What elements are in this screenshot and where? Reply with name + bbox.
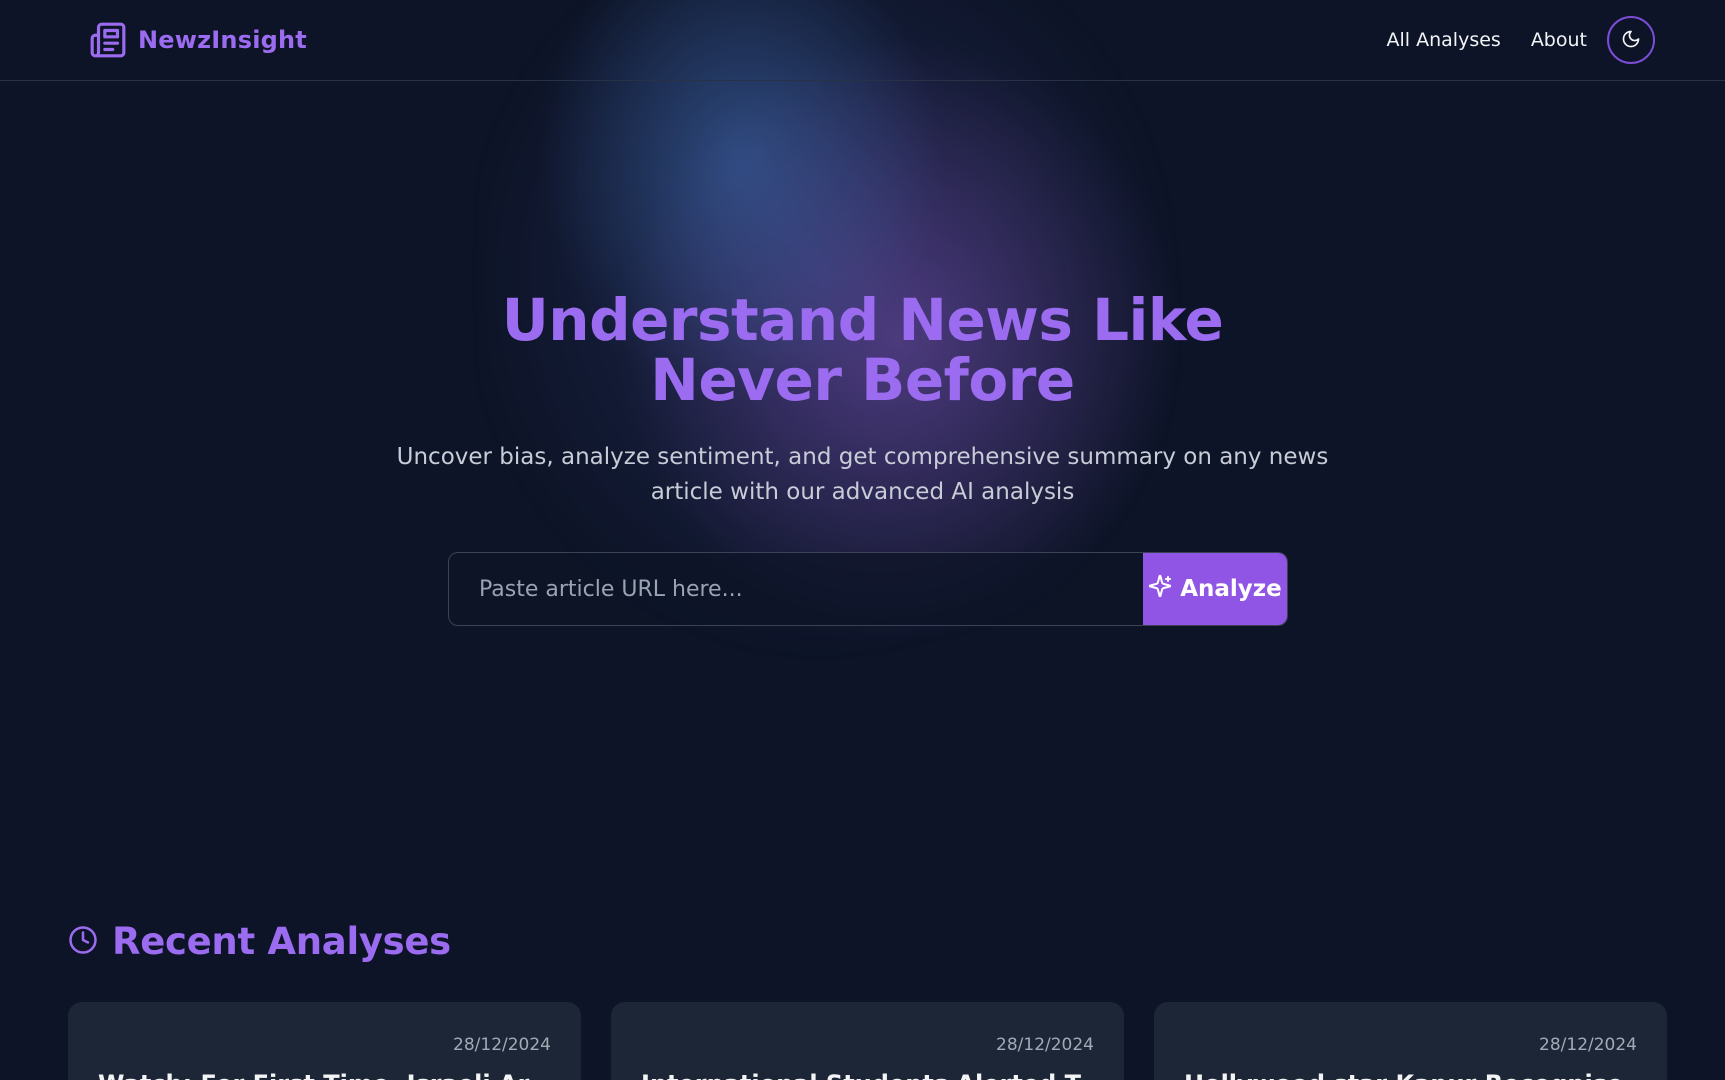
page: NewzInsight All Analyses About Understan… xyxy=(0,0,1725,1080)
sparkles-icon xyxy=(1148,574,1172,604)
recent-analyses-heading: Recent Analyses xyxy=(68,920,451,963)
clock-icon xyxy=(68,925,98,959)
article-url-input[interactable] xyxy=(449,553,1143,625)
analysis-card[interactable]: 28/12/2024 Watch: For First Time, Israel… xyxy=(68,1002,581,1080)
newspaper-icon xyxy=(88,20,128,60)
main-nav: All Analyses About xyxy=(1387,16,1655,64)
analysis-title: International Students Alerted To Ge... xyxy=(641,1070,1081,1080)
hero-title: Understand News Like Never Before xyxy=(501,286,1224,414)
brand-name: NewzInsight xyxy=(138,26,307,54)
nav-link-about[interactable]: About xyxy=(1531,29,1587,51)
analysis-date: 28/12/2024 xyxy=(453,1035,551,1055)
nav-link-all-analyses[interactable]: All Analyses xyxy=(1387,29,1501,51)
hero-subtitle: Uncover bias, analyze sentiment, and get… xyxy=(396,444,1329,505)
analysis-card[interactable]: 28/12/2024 Hollywood star Kapur Recognis… xyxy=(1154,1002,1667,1080)
url-search-bar: Analyze xyxy=(448,552,1288,626)
brand-logo-link[interactable]: NewzInsight xyxy=(88,20,307,60)
moon-icon xyxy=(1621,29,1641,52)
recent-analyses-list: 28/12/2024 Watch: For First Time, Israel… xyxy=(68,1002,1668,1080)
analyze-button-label: Analyze xyxy=(1180,576,1282,602)
hero-section: Understand News Like Never Before Uncove… xyxy=(0,290,1725,510)
analysis-title: Hollywood star Kapur Recognises th... xyxy=(1184,1070,1624,1080)
analysis-date: 28/12/2024 xyxy=(996,1035,1094,1055)
top-nav-bar: NewzInsight All Analyses About xyxy=(0,0,1725,81)
analysis-date: 28/12/2024 xyxy=(1539,1035,1637,1055)
analysis-card[interactable]: 28/12/2024 International Students Alerte… xyxy=(611,1002,1124,1080)
recent-analyses-title: Recent Analyses xyxy=(112,920,451,963)
analyze-button[interactable]: Analyze xyxy=(1143,553,1287,625)
theme-toggle-button[interactable] xyxy=(1607,16,1655,64)
analysis-title: Watch: For First Time, Israeli Ar... xyxy=(98,1070,538,1080)
